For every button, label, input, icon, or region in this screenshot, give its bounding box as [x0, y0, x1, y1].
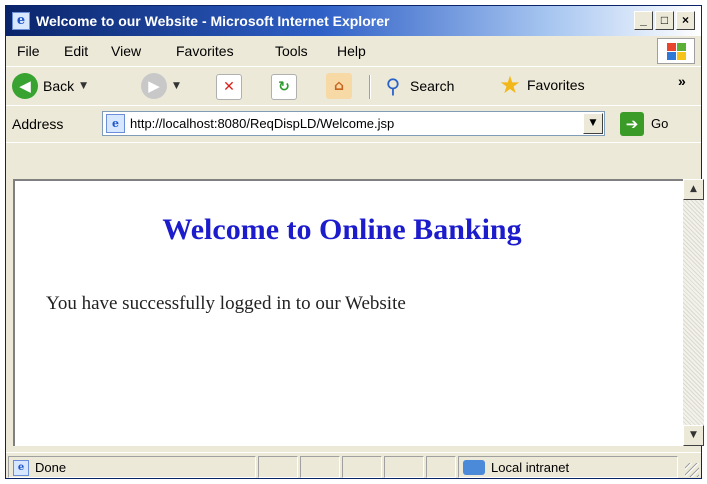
- resize-grip[interactable]: [685, 463, 699, 477]
- windows-logo-icon: [657, 38, 695, 64]
- menu-help[interactable]: Help: [337, 43, 366, 59]
- close-button[interactable]: ×: [676, 11, 695, 30]
- status-bar: e Done Local intranet: [6, 452, 701, 479]
- stop-button[interactable]: ✕: [216, 74, 242, 100]
- window-title: Welcome to our Website - Microsoft Inter…: [36, 13, 390, 29]
- back-arrow-icon: ◀: [12, 73, 38, 99]
- scroll-up-button[interactable]: ▲: [683, 179, 704, 200]
- login-success-message: You have successfully logged in to our W…: [46, 293, 406, 314]
- address-url[interactable]: http://localhost:8080/ReqDispLD/Welcome.…: [130, 116, 394, 131]
- back-button[interactable]: ◀ Back ▼: [12, 73, 87, 99]
- search-label: Search: [410, 78, 455, 94]
- menu-edit[interactable]: Edit: [64, 43, 88, 59]
- forward-dropdown-icon[interactable]: ▼: [173, 81, 180, 91]
- refresh-button[interactable]: ↻: [271, 74, 297, 100]
- menu-bar: File Edit View Favorites Tools Help: [6, 36, 701, 67]
- scroll-down-button[interactable]: ▼: [683, 425, 704, 446]
- security-zone: Local intranet: [458, 456, 678, 478]
- zone-text: Local intranet: [491, 460, 570, 475]
- search-icon: ⚲: [385, 74, 401, 98]
- favorites-label: Favorites: [527, 77, 585, 93]
- favorites-button[interactable]: ★ Favorites: [498, 71, 585, 99]
- intranet-icon: [463, 460, 485, 475]
- go-arrow-icon[interactable]: ➔: [620, 112, 644, 136]
- page-content: Welcome to Online Banking You have succe…: [13, 179, 683, 446]
- go-button[interactable]: Go: [651, 116, 668, 131]
- back-label: Back: [43, 78, 75, 94]
- standard-toolbar: ◀ Back ▼ ▶ ▼ ✕ ↻ ⌂ ⚲ Search ★ Favorites …: [6, 67, 701, 106]
- status-cell: [258, 456, 298, 478]
- menu-file[interactable]: File: [17, 43, 40, 59]
- toolbar-overflow-chevron[interactable]: »: [678, 73, 686, 89]
- page-body: Welcome to Online Banking You have succe…: [22, 181, 690, 446]
- home-icon: ⌂: [326, 73, 352, 99]
- ie-page-icon: e: [12, 12, 30, 30]
- star-icon: ★: [499, 71, 521, 99]
- home-button[interactable]: ⌂: [326, 73, 352, 99]
- status-cell: [342, 456, 382, 478]
- stop-icon: ✕: [216, 74, 242, 100]
- page-heading: Welcome to Online Banking: [162, 213, 522, 246]
- status-text: Done: [35, 460, 67, 475]
- menu-view[interactable]: View: [111, 43, 141, 59]
- toolbar-separator: [369, 75, 371, 99]
- address-label: Address: [12, 116, 64, 132]
- title-bar[interactable]: e Welcome to our Website - Microsoft Int…: [6, 6, 701, 36]
- menu-favorites[interactable]: Favorites: [176, 43, 234, 59]
- minimize-button[interactable]: _: [634, 11, 653, 30]
- vertical-scrollbar[interactable]: ▲ ▼: [683, 179, 704, 446]
- back-dropdown-icon[interactable]: ▼: [80, 81, 87, 91]
- menu-tools[interactable]: Tools: [275, 43, 308, 59]
- refresh-icon: ↻: [271, 74, 297, 100]
- status-cell: [426, 456, 456, 478]
- status-main-cell: e Done: [8, 456, 256, 478]
- ie-page-icon: e: [13, 460, 29, 476]
- address-input[interactable]: e http://localhost:8080/ReqDispLD/Welcom…: [102, 111, 605, 136]
- search-button[interactable]: ⚲ Search: [381, 74, 455, 98]
- forward-button[interactable]: ▶ ▼: [141, 73, 180, 99]
- maximize-button[interactable]: □: [655, 11, 674, 30]
- browser-window: e Welcome to our Website - Microsoft Int…: [5, 5, 704, 479]
- address-bar: Address e http://localhost:8080/ReqDispL…: [6, 106, 701, 143]
- ie-page-icon: e: [106, 114, 125, 133]
- address-dropdown-button[interactable]: ▼: [583, 113, 603, 134]
- status-cell: [384, 456, 424, 478]
- forward-arrow-icon: ▶: [141, 73, 167, 99]
- status-cell: [300, 456, 340, 478]
